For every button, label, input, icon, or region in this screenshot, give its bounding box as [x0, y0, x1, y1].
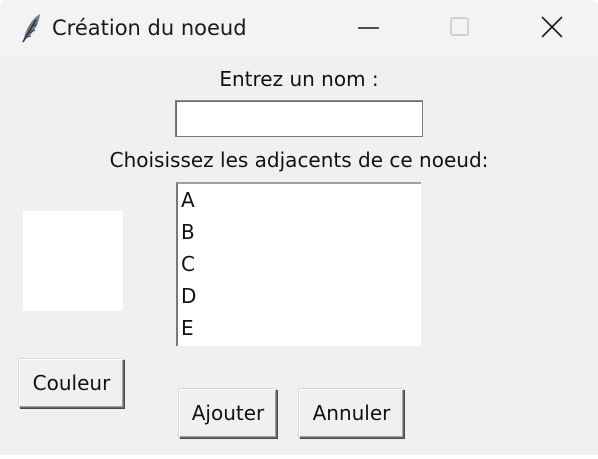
- add-button[interactable]: Ajouter: [179, 389, 277, 438]
- feather-icon: [18, 12, 44, 44]
- window-title: Création du noeud: [52, 16, 247, 40]
- list-item[interactable]: B: [181, 220, 195, 244]
- maximize-button[interactable]: [414, 0, 506, 56]
- name-input[interactable]: [175, 100, 423, 137]
- close-icon: [541, 16, 563, 38]
- color-button[interactable]: Couleur: [19, 359, 124, 408]
- title-bar[interactable]: Création du noeud: [0, 0, 598, 56]
- list-item[interactable]: D: [181, 284, 196, 308]
- list-item[interactable]: A: [181, 188, 195, 212]
- minimize-icon: [358, 27, 379, 29]
- adjacent-listbox[interactable]: A B C D E: [176, 182, 421, 346]
- maximize-icon: [450, 17, 469, 36]
- list-item[interactable]: C: [181, 252, 195, 276]
- list-item[interactable]: E: [181, 316, 194, 340]
- color-preview: [23, 211, 123, 311]
- dialog-content: Entrez un nom : Choisissez les adjacents…: [0, 56, 598, 459]
- adjacent-label: Choisissez les adjacents de ce noeud:: [109, 148, 489, 172]
- window-bottom-edge: [0, 455, 598, 459]
- node-creation-dialog: Création du noeud Entrez un nom : Choisi…: [0, 0, 598, 459]
- minimize-button[interactable]: [322, 0, 414, 56]
- cancel-button[interactable]: Annuler: [299, 389, 404, 438]
- close-button[interactable]: [506, 0, 598, 56]
- name-label: Entrez un nom :: [219, 67, 379, 91]
